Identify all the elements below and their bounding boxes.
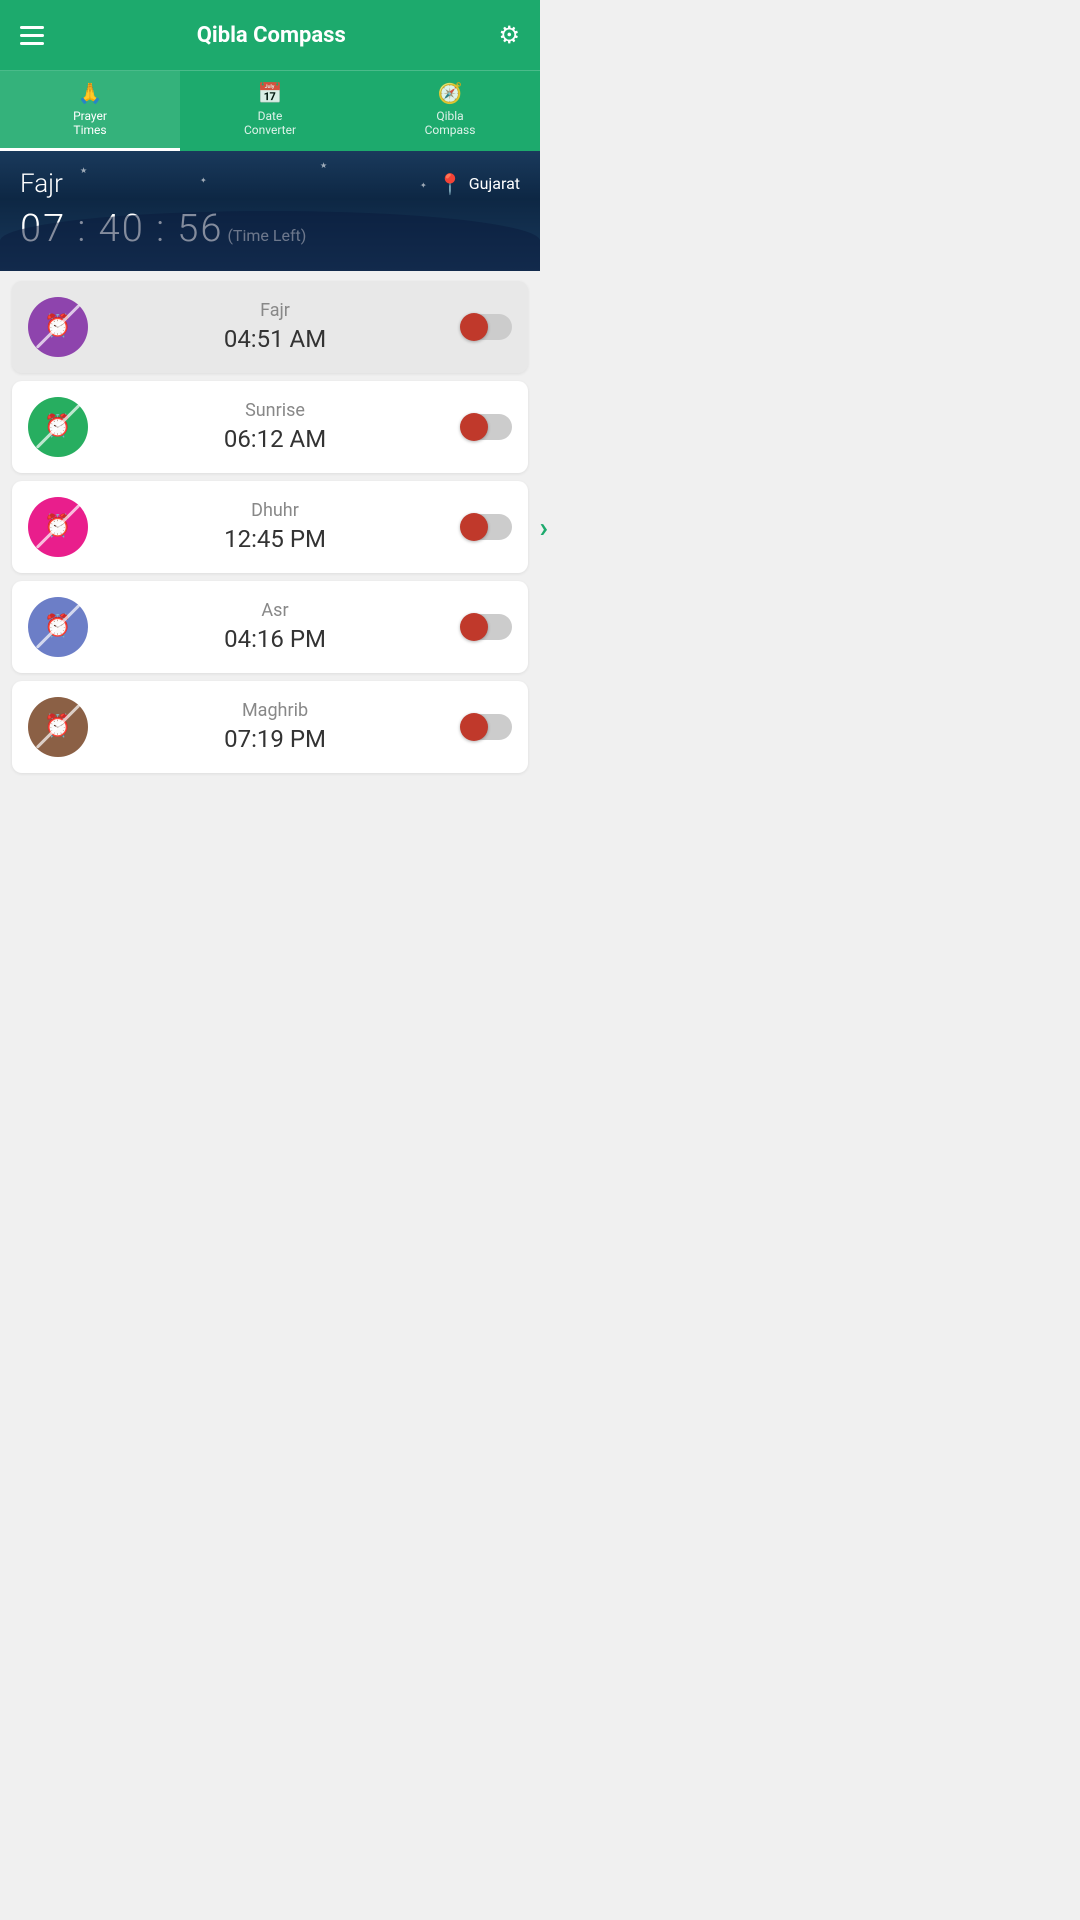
prayer-card-asr: Asr 04:16 PM	[12, 581, 528, 673]
maghrib-alarm-icon[interactable]	[28, 697, 88, 757]
maghrib-info: Maghrib 07:19 PM	[104, 700, 446, 753]
date-converter-icon: 📅	[258, 81, 283, 105]
fajr-name: Fajr	[104, 300, 446, 321]
app-header: Qibla Compass ⚙	[0, 0, 540, 70]
prayer-card-sunrise: Sunrise 06:12 AM	[12, 381, 528, 473]
location-pin-icon: 📍	[438, 172, 463, 196]
tab-bar: 🙏 PrayerTimes 📅 DateConverter 🧭 QiblaCom…	[0, 70, 540, 151]
date-converter-label: DateConverter	[244, 109, 296, 138]
sunrise-alarm-icon[interactable]	[28, 397, 88, 457]
tab-date-converter[interactable]: 📅 DateConverter	[180, 71, 360, 151]
timer-value: 07 : 40 : 56	[20, 207, 223, 251]
asr-name: Asr	[104, 600, 446, 621]
fajr-alarm-icon[interactable]	[28, 297, 88, 357]
dhuhr-toggle[interactable]	[462, 514, 512, 540]
banner-top-row: Fajr 📍 Gujarat	[20, 169, 520, 199]
qibla-compass-label: QiblaCompass	[425, 109, 476, 138]
asr-time: 04:16 PM	[104, 625, 446, 653]
dhuhr-alarm-icon[interactable]	[28, 497, 88, 557]
prayer-times-icon: 🙏	[78, 81, 103, 105]
asr-alarm-icon[interactable]	[28, 597, 88, 657]
fajr-info: Fajr 04:51 AM	[104, 300, 446, 353]
sunrise-name: Sunrise	[104, 400, 446, 421]
location-display: 📍 Gujarat	[438, 172, 520, 196]
time-left-label: (Time Left)	[227, 226, 306, 245]
tab-qibla-compass[interactable]: 🧭 QiblaCompass	[360, 71, 540, 151]
star-decor: ★	[320, 161, 327, 170]
countdown-timer: 07 : 40 : 56 (Time Left)	[20, 207, 520, 251]
dhuhr-name: Dhuhr	[104, 500, 446, 521]
sunrise-toggle[interactable]	[462, 414, 512, 440]
fajr-time: 04:51 AM	[104, 325, 446, 353]
dhuhr-time: 12:45 PM	[104, 525, 446, 553]
prev-day-button[interactable]: ‹	[0, 510, 1, 543]
prayer-times-label: PrayerTimes	[73, 109, 107, 138]
prayer-list: ‹ › Fajr 04:51 AM Sunrise 06:12 AM	[0, 271, 540, 783]
dhuhr-info: Dhuhr 12:45 PM	[104, 500, 446, 553]
next-day-button[interactable]: ›	[540, 510, 548, 543]
star-decor: ★	[80, 166, 87, 175]
prayer-card-maghrib: Maghrib 07:19 PM	[12, 681, 528, 773]
sunrise-time: 06:12 AM	[104, 425, 446, 453]
prayer-card-dhuhr: Dhuhr 12:45 PM	[12, 481, 528, 573]
settings-icon[interactable]: ⚙	[498, 21, 520, 49]
location-name: Gujarat	[469, 174, 520, 193]
maghrib-time: 07:19 PM	[104, 725, 446, 753]
qibla-compass-icon: 🧭	[438, 81, 463, 105]
hamburger-menu[interactable]	[20, 26, 44, 45]
app-title: Qibla Compass	[197, 23, 346, 48]
prayer-card-fajr: Fajr 04:51 AM	[12, 281, 528, 373]
maghrib-name: Maghrib	[104, 700, 446, 721]
prayer-banner: ★ ✦ ★ ✦ Fajr 📍 Gujarat 07 : 40 : 56 (Tim…	[0, 151, 540, 271]
asr-info: Asr 04:16 PM	[104, 600, 446, 653]
fajr-toggle[interactable]	[462, 314, 512, 340]
tab-prayer-times[interactable]: 🙏 PrayerTimes	[0, 71, 180, 151]
star-decor: ✦	[200, 176, 207, 185]
maghrib-toggle[interactable]	[462, 714, 512, 740]
asr-toggle[interactable]	[462, 614, 512, 640]
current-prayer-name: Fajr	[20, 169, 63, 199]
sunrise-info: Sunrise 06:12 AM	[104, 400, 446, 453]
star-decor: ✦	[420, 181, 427, 190]
